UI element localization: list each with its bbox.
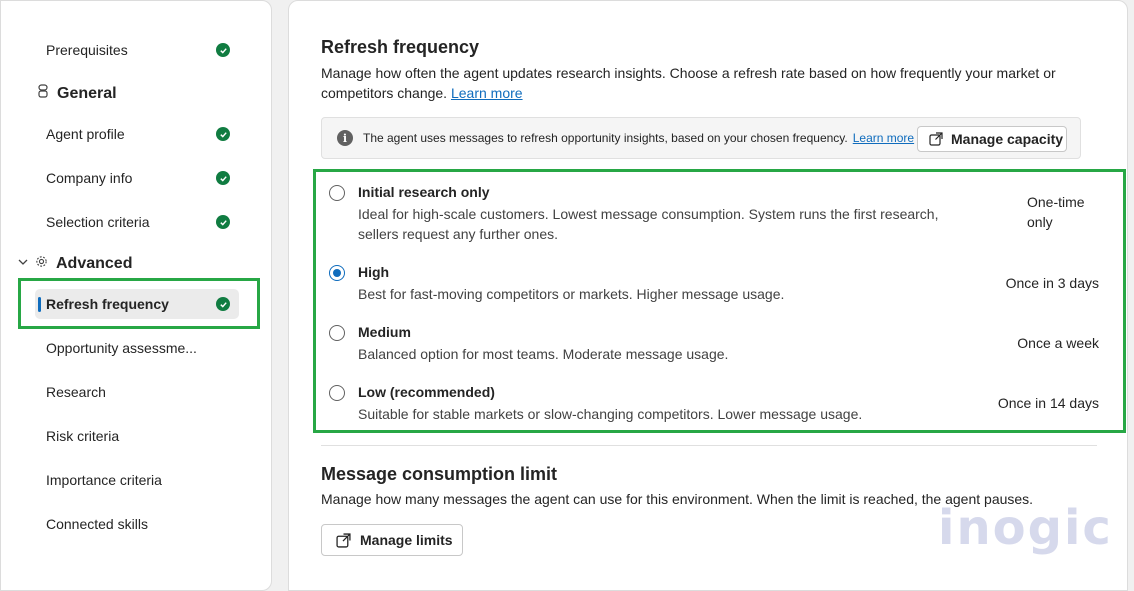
gear-icon: [35, 255, 48, 273]
option-description: Ideal for high-scale customers. Lowest m…: [358, 206, 939, 242]
open-external-icon: [929, 132, 943, 146]
group-general: General: [37, 84, 117, 103]
option-frequency: One-time only: [1027, 194, 1085, 230]
sidebar-item-prerequisites[interactable]: Prerequisites: [35, 35, 239, 65]
option-description: Balanced option for most teams. Moderate…: [358, 346, 729, 362]
section-divider: [321, 445, 1097, 446]
option-frequency: Once in 3 days: [1005, 275, 1099, 291]
sidebar-item-refresh-frequency[interactable]: Refresh frequency: [35, 289, 239, 319]
option-frequency: Once a week: [1017, 335, 1099, 351]
check-circle-icon: [216, 43, 230, 57]
sidebar-item-label: Research: [46, 384, 106, 400]
sidebar-item-agent-profile[interactable]: Agent profile: [35, 119, 239, 149]
sidebar-item-label: Opportunity assessme...: [46, 340, 197, 356]
group-advanced[interactable]: Advanced: [17, 255, 132, 273]
radio-button[interactable]: [329, 325, 345, 341]
check-circle-icon: [216, 215, 230, 229]
chevron-down-icon[interactable]: [17, 255, 29, 273]
option-frequency: Once in 14 days: [997, 395, 1099, 411]
option-high[interactable]: High Best for fast-moving competitors or…: [325, 263, 1099, 303]
option-initial-research-only[interactable]: Initial research only Ideal for high-sca…: [325, 183, 1099, 243]
sidebar-item-label: Agent profile: [46, 126, 125, 142]
refresh-frequency-description: Manage how often the agent updates resea…: [321, 63, 1081, 103]
refresh-description-text: Manage how often the agent updates resea…: [321, 65, 1056, 101]
option-title: High: [358, 264, 390, 280]
active-indicator: [38, 297, 41, 312]
radio-button[interactable]: [329, 385, 345, 401]
sidebar-item-label: Refresh frequency: [46, 296, 169, 312]
sidebar-item-label: Company info: [46, 170, 133, 186]
sidebar: Prerequisites General Agent profile Comp…: [0, 0, 272, 591]
option-low-recommended[interactable]: Low (recommended) Suitable for stable ma…: [325, 383, 1099, 423]
option-title: Medium: [358, 324, 411, 340]
manage-limits-button[interactable]: Manage limits: [321, 524, 463, 556]
check-circle-icon: [216, 127, 230, 141]
sidebar-item-label: Selection criteria: [46, 214, 150, 230]
sidebar-item-connected-skills[interactable]: Connected skills: [35, 509, 239, 539]
sidebar-item-label: Importance criteria: [46, 472, 162, 488]
sidebar-item-label: Prerequisites: [46, 42, 128, 58]
sidebar-item-importance-criteria[interactable]: Importance criteria: [35, 465, 239, 495]
general-icon: [37, 84, 49, 103]
option-medium[interactable]: Medium Balanced option for most teams. M…: [325, 323, 1099, 363]
message-limit-title: Message consumption limit: [321, 464, 558, 484]
sidebar-item-research[interactable]: Research: [35, 377, 239, 407]
info-learn-more-link[interactable]: Learn more: [853, 131, 914, 145]
info-text: The agent uses messages to refresh oppor…: [363, 131, 848, 145]
info-icon: i: [337, 130, 353, 146]
sidebar-item-selection-criteria[interactable]: Selection criteria: [35, 207, 239, 237]
group-advanced-heading: Advanced: [56, 255, 133, 272]
manage-limits-label: Manage limits: [360, 532, 453, 548]
radio-button-selected[interactable]: [329, 265, 345, 281]
open-external-icon: [336, 532, 351, 548]
option-title: Low (recommended): [358, 384, 495, 400]
option-title: Initial research only: [358, 184, 490, 200]
watermark-logo: inogic: [938, 500, 1113, 556]
manage-capacity-button[interactable]: Manage capacity: [917, 126, 1067, 152]
sidebar-item-label: Connected skills: [46, 516, 148, 532]
manage-capacity-label: Manage capacity: [951, 131, 1064, 147]
check-circle-icon: [216, 171, 230, 185]
sidebar-item-risk-criteria[interactable]: Risk criteria: [35, 421, 239, 451]
refresh-frequency-title: Refresh frequency: [321, 37, 480, 57]
radio-button[interactable]: [329, 185, 345, 201]
sidebar-item-company-info[interactable]: Company info: [35, 163, 239, 193]
option-description: Suitable for stable markets or slow-chan…: [358, 406, 863, 422]
group-general-heading: General: [57, 84, 117, 102]
learn-more-link[interactable]: Learn more: [451, 85, 523, 101]
check-circle-icon: [216, 297, 230, 311]
sidebar-item-opportunity-assessment[interactable]: Opportunity assessme...: [35, 333, 239, 363]
option-description: Best for fast-moving competitors or mark…: [358, 286, 785, 302]
sidebar-item-label: Risk criteria: [46, 428, 120, 444]
